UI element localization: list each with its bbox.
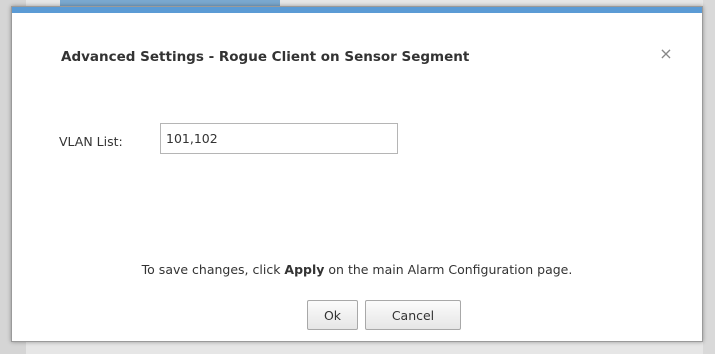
save-note-suffix: on the main Alarm Configuration page. [324,262,573,277]
vlan-list-input[interactable] [160,123,398,154]
save-note-apply: Apply [284,262,325,277]
save-note-prefix: To save changes, click [141,262,285,277]
close-icon[interactable]: × [658,46,674,62]
advanced-settings-dialog: Advanced Settings - Rogue Client on Sens… [11,6,703,342]
dialog-title: Advanced Settings - Rogue Client on Sens… [61,49,470,65]
save-changes-note: To save changes, click Apply on the main… [12,262,702,277]
vlan-list-label: VLAN List: [59,134,123,149]
ok-button[interactable]: Ok [307,300,358,330]
dialog-accent-bar [12,7,702,13]
backdrop-right-panel [703,0,715,354]
cancel-button[interactable]: Cancel [365,300,461,330]
